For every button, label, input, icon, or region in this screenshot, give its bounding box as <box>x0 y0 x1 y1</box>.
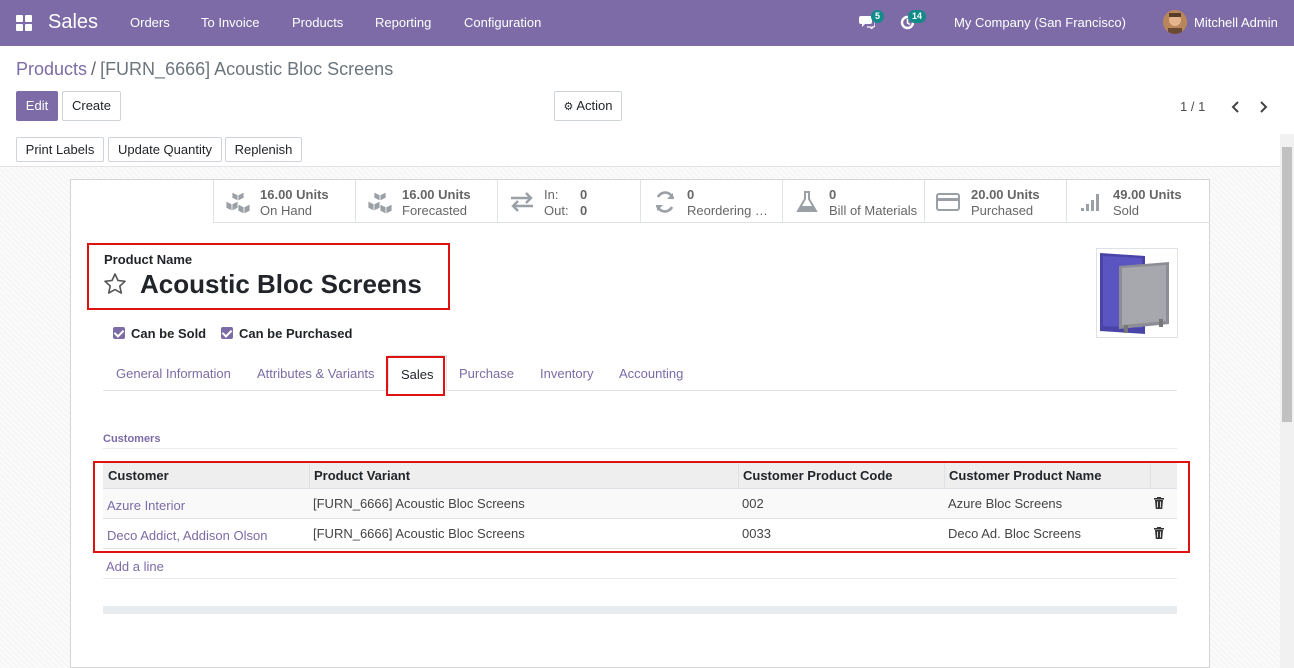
bom-value: 0 <box>829 187 837 202</box>
can-be-sold-label: Can be Sold <box>131 326 207 341</box>
divider <box>103 578 1177 579</box>
tab-inventory[interactable]: Inventory <box>540 355 593 391</box>
apps-menu-icon[interactable] <box>16 15 32 31</box>
app-name[interactable]: Sales <box>48 11 98 34</box>
product-image[interactable] <box>1096 248 1178 338</box>
sold-label: Sold <box>1113 203 1140 218</box>
activities-badge: 14 <box>908 10 927 23</box>
sales-tab-highlight <box>386 356 445 396</box>
smart-button-reordering[interactable]: 0 Reordering … <box>640 180 782 223</box>
smart-button-forecasted[interactable]: 16.00 Units Forecasted <box>355 180 497 223</box>
reordering-label: Reordering … <box>687 203 768 218</box>
smart-button-in-out[interactable]: In: 0 Out: 0 <box>497 180 640 223</box>
tab-accounting[interactable]: Accounting <box>619 355 683 391</box>
forecasted-value: 16.00 Units <box>402 187 471 202</box>
form-sheet: 16.00 Units On Hand 16.00 Units Forecast… <box>70 179 1210 668</box>
in-label: In: <box>544 187 559 202</box>
gear-icon: ⚙ <box>563 101 574 113</box>
divider <box>103 606 1177 614</box>
breadcrumb-products[interactable]: Products <box>16 59 87 79</box>
pager-value[interactable]: 1 / 1 <box>1180 99 1205 114</box>
user-avatar[interactable] <box>1163 10 1187 34</box>
breadcrumb: Products / [FURN_6666] Acoustic Bloc Scree… <box>16 59 393 80</box>
smart-buttons: 16.00 Units On Hand 16.00 Units Forecast… <box>213 180 1210 223</box>
tab-attributes-variants[interactable]: Attributes & Variants <box>257 355 375 391</box>
menu-orders[interactable]: Orders <box>130 15 170 30</box>
menu-reporting[interactable]: Reporting <box>375 15 431 30</box>
forecasted-label: Forecasted <box>402 203 468 218</box>
in-value: 0 <box>580 187 588 202</box>
purchased-value: 20.00 Units <box>971 187 1040 202</box>
top-navbar: Sales Orders To Invoice Products Reporti… <box>0 0 1294 46</box>
reordering-value: 0 <box>687 187 695 202</box>
customers-section-title: Customers <box>103 433 161 445</box>
out-label: Out: <box>544 203 569 218</box>
breadcrumb-current: [FURN_6666] Acoustic Bloc Screens <box>100 59 394 79</box>
cubes-icon <box>225 191 251 214</box>
menu-products[interactable]: Products <box>292 15 343 30</box>
smart-button-purchased[interactable]: 20.00 Units Purchased <box>924 180 1066 223</box>
create-button[interactable]: Create <box>62 91 121 121</box>
menu-configuration[interactable]: Configuration <box>464 15 541 30</box>
credit-card-icon <box>936 193 960 211</box>
on-hand-value: 16.00 Units <box>260 187 329 202</box>
tab-purchase[interactable]: Purchase <box>459 355 514 391</box>
notebook-tabs: General Information Attributes & Variant… <box>103 355 1177 391</box>
add-a-line-link[interactable]: Add a line <box>106 559 164 574</box>
can-be-purchased-label: Can be Purchased <box>239 326 353 341</box>
print-labels-button[interactable]: Print Labels <box>16 137 104 162</box>
exchange-icon <box>511 192 533 212</box>
user-name[interactable]: Mitchell Admin <box>1194 15 1278 30</box>
on-hand-label: On Hand <box>260 203 313 218</box>
smart-button-on-hand[interactable]: 16.00 Units On Hand <box>213 180 355 223</box>
update-quantity-button[interactable]: Update Quantity <box>108 137 222 162</box>
messages-badge: 5 <box>871 10 885 23</box>
breadcrumb-separator: / <box>91 59 97 79</box>
scrollbar-thumb[interactable] <box>1282 147 1292 422</box>
refresh-icon <box>655 191 675 213</box>
cubes-icon <box>367 191 393 214</box>
tab-general-information[interactable]: General Information <box>116 355 231 391</box>
star-icon[interactable] <box>103 272 127 296</box>
bom-label: Bill of Materials <box>829 203 918 218</box>
smart-button-bom[interactable]: 0 Bill of Materials <box>782 180 924 223</box>
out-value: 0 <box>580 203 588 218</box>
product-name-box: Product Name Acoustic Bloc Screens <box>87 243 450 310</box>
signal-icon <box>1081 194 1099 211</box>
flask-icon <box>796 191 818 212</box>
edit-button[interactable]: Edit <box>16 91 58 121</box>
checkbox-checked-icon[interactable] <box>113 327 125 339</box>
smart-button-sold[interactable]: 49.00 Units Sold <box>1066 180 1210 223</box>
menu-to-invoice[interactable]: To Invoice <box>201 15 260 30</box>
company-switcher[interactable]: My Company (San Francisco) <box>954 15 1126 30</box>
pager-previous-icon[interactable] <box>1229 99 1243 115</box>
divider <box>103 448 1177 449</box>
replenish-button[interactable]: Replenish <box>225 137 302 162</box>
product-name-label: Product Name <box>104 252 193 267</box>
checkbox-checked-icon[interactable] <box>221 327 233 339</box>
product-name: Acoustic Bloc Screens <box>140 269 422 299</box>
action-button[interactable]: ⚙ Action <box>554 91 622 121</box>
sold-value: 49.00 Units <box>1113 187 1182 202</box>
pager-next-icon[interactable] <box>1256 99 1270 115</box>
customers-table-highlight <box>93 461 1190 553</box>
action-label: Action <box>576 98 613 113</box>
scrollbar[interactable] <box>1280 134 1294 668</box>
purchased-label: Purchased <box>971 203 1034 218</box>
